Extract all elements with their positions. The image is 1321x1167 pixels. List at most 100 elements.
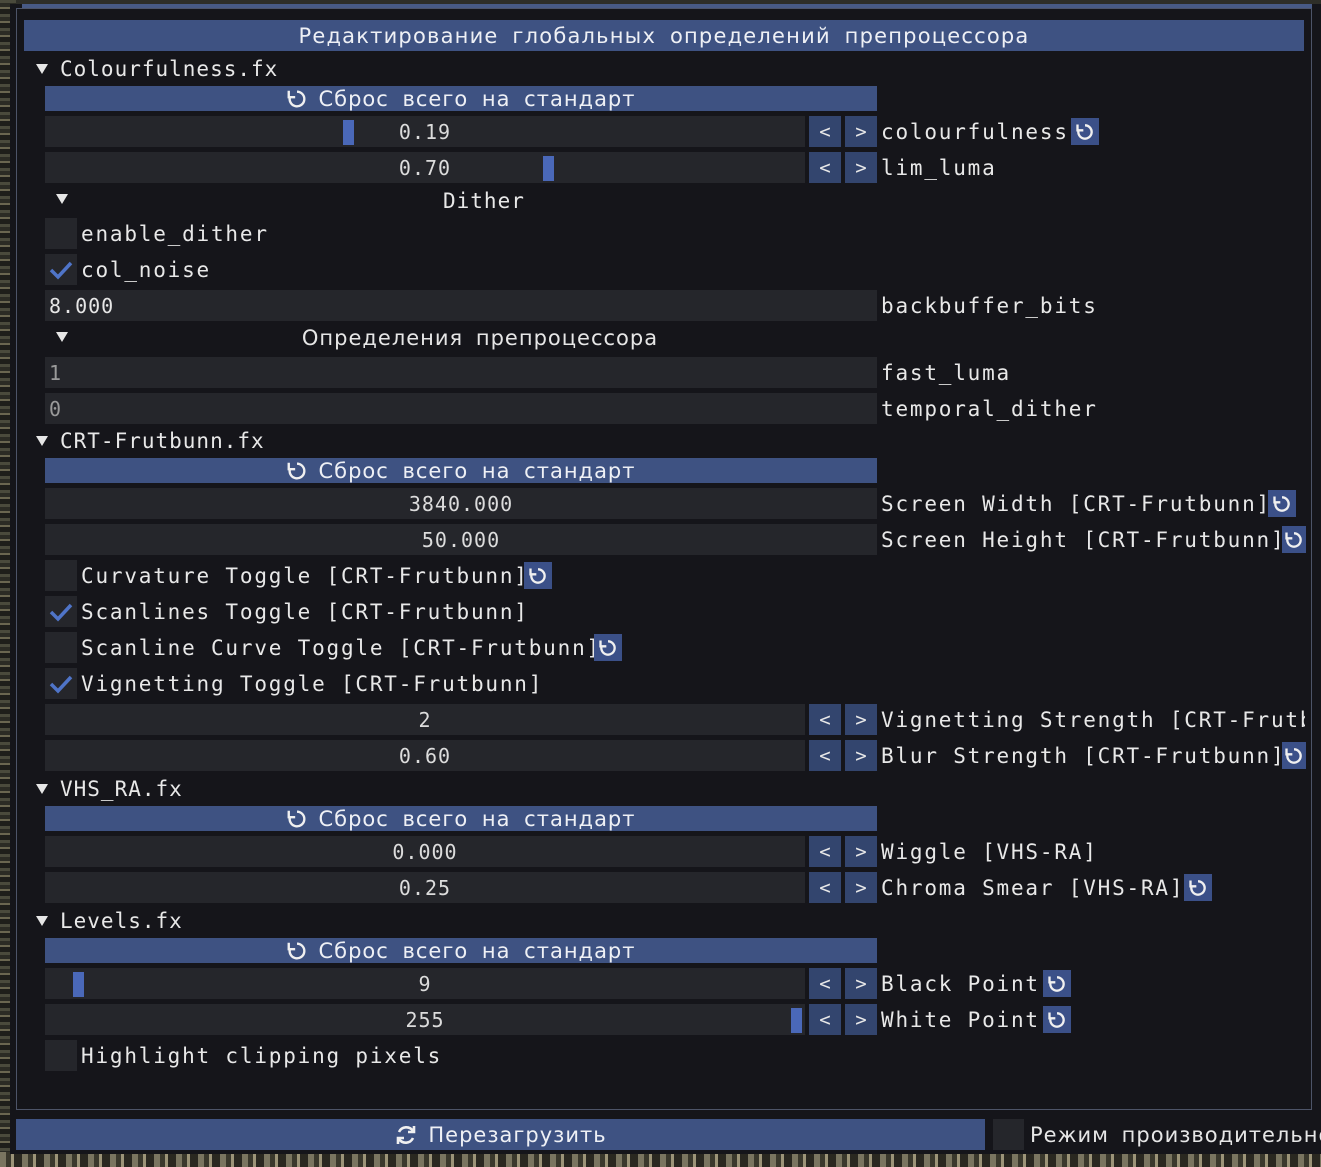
curvature-toggle-label: Curvature Toggle [CRT-Frutbunn] [81, 563, 529, 588]
scanlines-toggle-label: Scanlines Toggle [CRT-Frutbunn] [81, 599, 529, 624]
reset-all-button[interactable]: Сброс всего на стандарт [45, 806, 877, 831]
reset-icon [599, 639, 616, 656]
col-noise-checkbox[interactable] [45, 254, 77, 285]
reset-icon [1285, 531, 1302, 548]
decrement-button[interactable]: < [809, 1004, 841, 1035]
slider-value: 0.25 [398, 875, 452, 900]
slider-value: 0.70 [398, 155, 452, 180]
section-title: VHS_RA.fx [60, 777, 183, 801]
decrement-button[interactable]: < [809, 116, 841, 147]
reset-value-button[interactable] [1043, 1006, 1071, 1033]
reload-button[interactable]: Перезагрузить [16, 1119, 985, 1150]
reset-all-button[interactable]: Сброс всего на стандарт [45, 938, 877, 963]
chroma-smear-slider[interactable]: 0.25 [45, 872, 805, 903]
screen-width-label: Screen Width [CRT-Frutbunn] [881, 491, 1271, 516]
performance-mode-checkbox[interactable] [993, 1119, 1024, 1150]
blur-strength-label: Blur Strength [CRT-Frutbunn] [881, 743, 1286, 768]
temporal-dither-input[interactable]: 0 [45, 393, 877, 424]
section-title: Colourfulness.fx [60, 57, 279, 81]
scanlines-toggle-checkbox[interactable] [45, 596, 77, 627]
decrement-button[interactable]: < [809, 872, 841, 903]
reset-value-button[interactable] [1071, 118, 1099, 145]
reset-value-button[interactable] [1282, 742, 1306, 769]
expand-arrow-icon [36, 784, 48, 794]
global-preprocessor-header[interactable]: Редактирование глобальных определений пр… [24, 20, 1304, 51]
scanline-curve-toggle-label: Scanline Curve Toggle [CRT-Frutbunn] [81, 635, 601, 660]
window-top-accent [22, 4, 1312, 8]
reset-icon [1076, 123, 1093, 140]
drag-value: 50.000 [421, 527, 501, 552]
decrement-button[interactable]: < [809, 740, 841, 771]
decrement-button[interactable]: < [809, 836, 841, 867]
expand-arrow-icon [56, 194, 68, 204]
lim-luma-label: lim_luma [881, 155, 997, 180]
increment-button[interactable]: > [845, 152, 877, 183]
slider-value: 0.60 [398, 743, 452, 768]
screen-height-drag[interactable]: 50.000 [45, 524, 877, 555]
section-levels[interactable]: Levels.fx [36, 907, 436, 935]
reset-value-button[interactable] [594, 634, 622, 661]
black-point-slider[interactable]: 9 [45, 968, 805, 999]
performance-mode-label: Режим производительности [1030, 1122, 1321, 1147]
reset-icon [288, 941, 306, 959]
backbuffer-bits-input[interactable]: 8.000 [45, 290, 877, 321]
reset-all-button[interactable]: Сброс всего на стандарт [45, 86, 877, 111]
blur-strength-slider[interactable]: 0.60 [45, 740, 805, 771]
checkmark-icon [49, 603, 73, 622]
dither-title[interactable]: Dither [443, 187, 525, 215]
increment-button[interactable]: > [845, 704, 877, 735]
decrement-button[interactable]: < [809, 152, 841, 183]
slider-value: 0.19 [398, 119, 452, 144]
vignetting-strength-label: Vignetting Strength [CRT-Frutbunn] [881, 707, 1305, 732]
reset-icon [1285, 747, 1302, 764]
dither-expand[interactable] [56, 194, 80, 204]
reset-value-button[interactable] [1043, 970, 1071, 997]
curvature-toggle-checkbox[interactable] [45, 560, 77, 591]
enable-dither-label: enable_dither [81, 221, 269, 246]
preprocessor-expand[interactable] [56, 332, 80, 342]
section-crt-frutbunn[interactable]: CRT-Frutbunn.fx [36, 427, 436, 455]
section-title: CRT-Frutbunn.fx [60, 429, 265, 453]
scanline-curve-toggle-checkbox[interactable] [45, 632, 77, 663]
white-point-slider[interactable]: 255 [45, 1004, 805, 1035]
highlight-clipping-label: Highlight clipping pixels [81, 1043, 443, 1068]
decrement-button[interactable]: < [809, 968, 841, 999]
increment-button[interactable]: > [845, 116, 877, 147]
game-backdrop-bottom [0, 1152, 1321, 1167]
reset-value-button[interactable] [1282, 526, 1306, 553]
increment-button[interactable]: > [845, 968, 877, 999]
increment-button[interactable]: > [845, 836, 877, 867]
vignetting-strength-slider[interactable]: 2 [45, 704, 805, 735]
colourfulness-slider[interactable]: 0.19 [45, 116, 805, 147]
section-vhs-ra[interactable]: VHS_RA.fx [36, 775, 436, 803]
col-noise-label: col_noise [81, 257, 211, 282]
slider-value: 2 [418, 707, 432, 732]
vignetting-toggle-checkbox[interactable] [45, 668, 77, 699]
preprocessor-title[interactable]: Определения препроцессора [300, 324, 660, 352]
decrement-button[interactable]: < [809, 704, 841, 735]
colourfulness-label: colourfulness [881, 119, 1069, 144]
reset-value-button[interactable] [524, 562, 552, 589]
highlight-clipping-checkbox[interactable] [45, 1040, 77, 1071]
increment-button[interactable]: > [845, 1004, 877, 1035]
screen-width-drag[interactable]: 3840.000 [45, 488, 877, 519]
fast-luma-input[interactable]: 1 [45, 357, 877, 388]
lim-luma-slider[interactable]: 0.70 [45, 152, 805, 183]
reset-value-button[interactable] [1268, 490, 1296, 517]
expand-arrow-icon [36, 64, 48, 74]
reset-icon [1048, 1011, 1065, 1028]
increment-button[interactable]: > [845, 740, 877, 771]
reset-icon [288, 809, 306, 827]
reset-all-button[interactable]: Сброс всего на стандарт [45, 458, 877, 483]
refresh-icon [397, 1125, 416, 1144]
wiggle-slider[interactable]: 0.000 [45, 836, 805, 867]
increment-button[interactable]: > [845, 872, 877, 903]
black-point-label: Black Point [881, 971, 1040, 996]
backbuffer-bits-label: backbuffer_bits [881, 293, 1098, 318]
reset-value-button[interactable] [1184, 874, 1212, 901]
expand-arrow-icon [36, 436, 48, 446]
enable-dither-checkbox[interactable] [45, 218, 77, 249]
white-point-label: White Point [881, 1007, 1040, 1032]
reset-icon [529, 567, 546, 584]
section-colourfulness[interactable]: Colourfulness.fx [36, 55, 436, 83]
